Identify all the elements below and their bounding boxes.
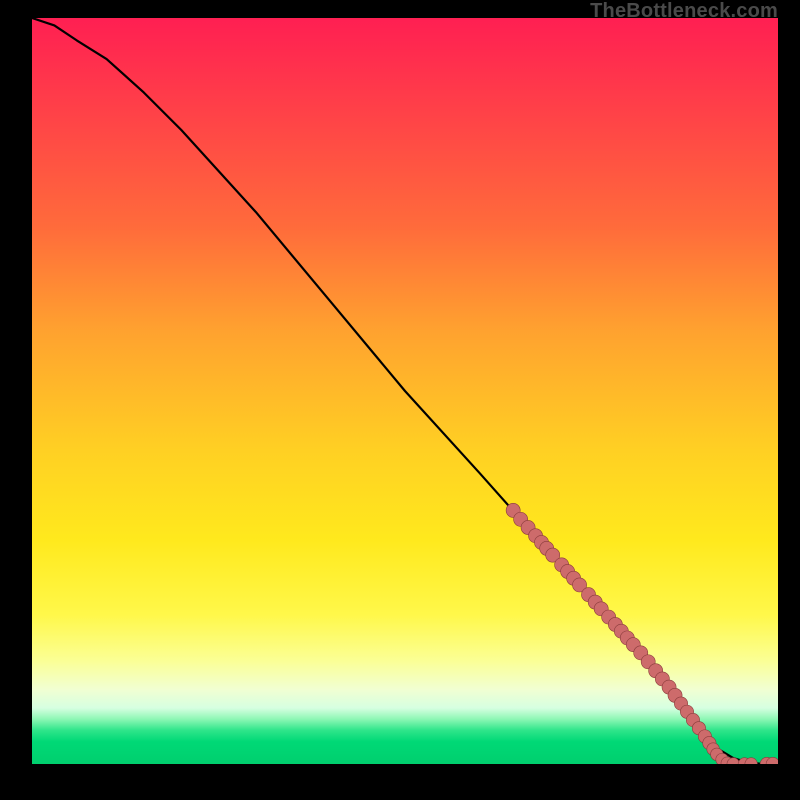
data-marker: [529, 529, 543, 543]
data-marker: [534, 535, 548, 549]
data-marker: [602, 610, 616, 624]
data-marker: [716, 753, 729, 764]
data-marker: [594, 602, 608, 616]
data-marker: [567, 571, 581, 585]
data-marker: [634, 646, 648, 660]
chart-frame: TheBottleneck.com: [0, 0, 800, 800]
data-marker: [680, 705, 693, 718]
data-marker: [662, 680, 676, 694]
data-marker: [626, 638, 640, 652]
data-marker: [686, 713, 699, 726]
data-marker: [614, 624, 628, 638]
data-marker: [745, 758, 758, 764]
data-marker: [766, 757, 778, 764]
data-marker: [649, 664, 663, 678]
data-marker: [727, 758, 740, 764]
data-marker: [698, 730, 711, 743]
data-marker: [711, 748, 724, 761]
data-marker: [588, 595, 602, 609]
data-marker: [514, 512, 528, 526]
curve-line: [32, 18, 778, 764]
data-marker: [573, 578, 587, 592]
data-marker: [760, 757, 773, 764]
data-marker: [561, 564, 575, 578]
data-marker: [721, 757, 734, 764]
data-marker: [620, 631, 634, 645]
data-marker: [506, 503, 520, 517]
data-marker: [521, 520, 535, 534]
data-marker: [692, 722, 705, 735]
data-marker: [555, 558, 569, 572]
data-marker: [668, 688, 682, 702]
data-marker: [581, 588, 595, 602]
data-marker: [738, 758, 751, 764]
data-marker: [674, 697, 687, 710]
plot-area: [32, 18, 778, 764]
data-marker: [707, 743, 720, 756]
data-marker: [608, 617, 622, 631]
chart-svg: [32, 18, 778, 764]
data-marker: [641, 655, 655, 669]
marker-layer: [506, 503, 778, 764]
data-marker: [703, 736, 716, 749]
data-marker: [546, 548, 560, 562]
data-marker: [655, 672, 669, 686]
data-marker: [540, 541, 554, 555]
